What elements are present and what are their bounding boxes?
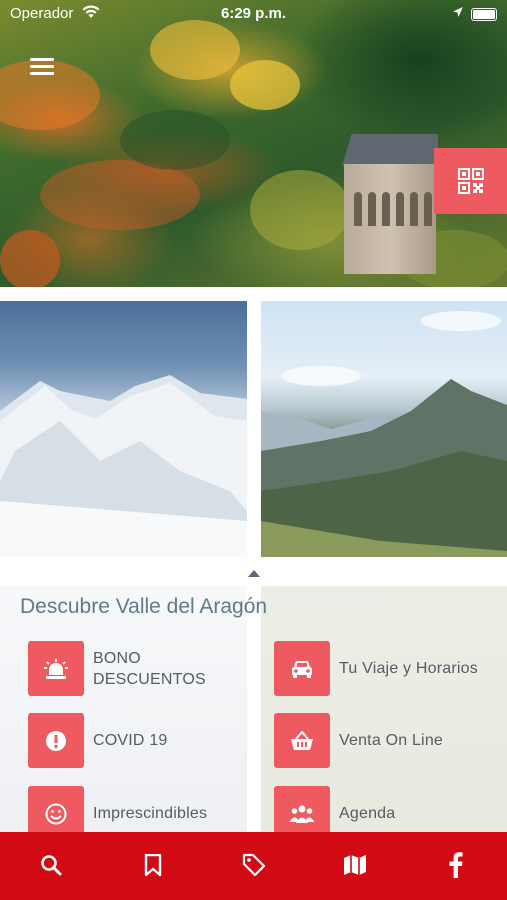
hamburger-menu-icon[interactable] xyxy=(30,58,54,78)
alert-icon xyxy=(28,713,84,768)
menu-item-venta-online[interactable]: Venta On Line xyxy=(274,713,443,768)
battery-icon xyxy=(471,8,497,21)
location-arrow-icon xyxy=(452,5,464,22)
castle-image xyxy=(342,134,438,274)
menu-item-label: Venta On Line xyxy=(339,732,444,749)
discover-section: Descubre Valle del Aragón BONO DESCUENTO… xyxy=(0,586,507,832)
menu-item-covid[interactable]: COVID 19 xyxy=(28,713,168,768)
status-bar: Operador 6:29 p.m. xyxy=(0,0,507,28)
menu-item-tu-viaje[interactable]: Tu Viaje y Horarios xyxy=(274,641,478,696)
menu-item-agenda[interactable]: Agenda xyxy=(274,786,395,832)
menu-item-imprescindibles[interactable]: Imprescindibles xyxy=(28,786,207,832)
map-icon[interactable] xyxy=(340,850,370,880)
qr-code-icon xyxy=(457,168,484,194)
menu-item-label: Tu Viaje y Horarios xyxy=(339,660,478,677)
car-icon xyxy=(274,641,330,696)
siren-icon xyxy=(28,641,84,696)
qr-code-button[interactable] xyxy=(434,148,507,214)
search-icon[interactable] xyxy=(36,850,66,880)
bottom-tab-bar xyxy=(0,832,507,900)
collapse-arrow-icon[interactable] xyxy=(248,570,260,577)
clock: 6:29 p.m. xyxy=(220,5,287,22)
menu-item-label: BONO DESCUENTOS xyxy=(93,649,206,688)
bookmark-icon[interactable] xyxy=(138,850,168,880)
basket-icon xyxy=(274,713,330,768)
tag-icon[interactable] xyxy=(239,850,269,880)
menu-item-bono-descuentos[interactable]: BONO DESCUENTOS xyxy=(28,641,233,696)
snowy-mountains-photo[interactable] xyxy=(0,301,247,557)
people-icon xyxy=(274,786,330,832)
menu-item-label: Agenda xyxy=(339,805,396,822)
discover-title: Descubre Valle del Aragón xyxy=(20,595,268,618)
menu-item-label: COVID 19 xyxy=(93,732,168,749)
smiley-icon xyxy=(28,786,84,832)
green-mountains-photo[interactable] xyxy=(261,301,507,557)
menu-item-label: Imprescindibles xyxy=(93,805,208,822)
facebook-icon[interactable] xyxy=(441,850,471,880)
hero-image xyxy=(0,0,507,287)
